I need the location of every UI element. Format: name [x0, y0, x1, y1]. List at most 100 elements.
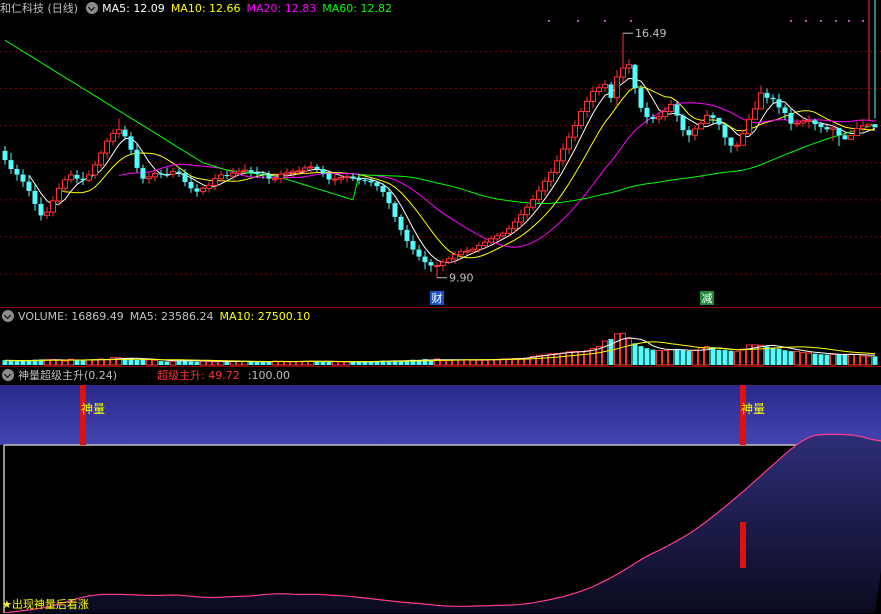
candle [704, 110, 710, 124]
candle [692, 125, 698, 141]
candle [548, 168, 554, 187]
indicator-chart[interactable]: 神量 神量 [0, 367, 881, 614]
candle [182, 169, 188, 187]
candle [752, 101, 758, 120]
volume-bar [194, 361, 200, 365]
vol-ma5-value: 23586.24 [160, 309, 214, 323]
candle [374, 180, 380, 191]
volume-bar [260, 361, 266, 365]
candle [50, 196, 56, 217]
volume-bar [776, 348, 782, 365]
volume-bar [482, 359, 488, 366]
candle [308, 161, 314, 173]
volume-bar [782, 350, 788, 365]
event-badge-cai: 财 [430, 291, 444, 305]
volume-bar [848, 353, 854, 366]
info-dot [848, 20, 850, 22]
chevron-down-icon[interactable] [2, 310, 14, 322]
candle [392, 200, 398, 223]
candle [428, 258, 434, 272]
candle [470, 246, 476, 254]
candle [248, 166, 254, 177]
ma20-label: MA20 [246, 1, 278, 15]
kline-panel[interactable]: 16.49 9.90 财 减 和仁科技 (日线) MA5: 12.09 MA10: 1… [0, 0, 881, 307]
candle [590, 86, 596, 109]
info-dot [548, 20, 550, 22]
super-rise-label: 超级主升 [157, 369, 202, 382]
volume-bar [632, 343, 638, 365]
candle [686, 125, 692, 143]
volume-bar [554, 353, 560, 366]
volume-bar [284, 361, 290, 366]
candle [422, 251, 428, 270]
candle [320, 165, 326, 178]
candle [410, 235, 416, 255]
candle [668, 100, 674, 116]
high-label: 16.49 [635, 27, 667, 40]
super-rise-area [5, 434, 881, 613]
candle [638, 85, 644, 113]
candle [734, 141, 740, 152]
volume-bar [830, 353, 836, 366]
volume-bar [470, 359, 476, 366]
candle [536, 185, 542, 204]
candle [176, 168, 182, 178]
candle [620, 33, 626, 83]
ma60-value: 12.82 [360, 1, 392, 15]
candle [200, 186, 206, 195]
candle [788, 107, 794, 131]
volume-bar [86, 359, 92, 366]
volume-bar [758, 344, 764, 366]
volume-bar [464, 359, 470, 366]
volume-bar [854, 353, 860, 366]
indicator-panel[interactable]: 神量 神量 神量超级主升 (0.24) 超级主升: 49.72 :100.00 ★… [0, 367, 881, 614]
volume-bar [476, 359, 482, 366]
low-label: 9.90 [449, 272, 474, 285]
volume-bar [350, 361, 356, 365]
candle [158, 169, 164, 179]
candle [314, 164, 320, 172]
volume-bar [164, 361, 170, 365]
kline-chart[interactable]: 16.49 9.90 财 减 [0, 0, 881, 307]
candle [776, 93, 782, 114]
candle [746, 114, 752, 135]
candle [278, 170, 284, 184]
volume-bar [224, 361, 230, 365]
candle [728, 137, 734, 153]
ma10-label: MA10 [170, 1, 202, 15]
volume-bar [428, 360, 434, 365]
chevron-down-icon[interactable] [86, 2, 99, 14]
volume-bar [332, 361, 338, 366]
volume-bar [320, 361, 326, 365]
volume-bar [92, 359, 98, 366]
candle [146, 172, 152, 184]
candle [266, 170, 272, 184]
volume-bar [140, 359, 146, 365]
chevron-down-icon[interactable] [2, 369, 14, 381]
candle [404, 225, 410, 248]
candle [344, 173, 350, 183]
volume-panel[interactable]: VOLUME: 16869.49 MA5: 23586.24 MA10: 275… [0, 308, 881, 366]
candle [566, 132, 572, 155]
candle [92, 161, 98, 180]
volume-bar [656, 349, 662, 366]
event-badge-jian: 减 [700, 291, 714, 305]
volume-bar [770, 347, 776, 365]
candle [494, 232, 500, 242]
volume-bar [764, 346, 770, 365]
volume-bar [458, 359, 464, 366]
candle [584, 96, 590, 118]
volume-bar [152, 359, 158, 366]
volume-bar [662, 350, 668, 366]
volume-bar [800, 351, 806, 366]
candle [722, 124, 728, 146]
volume-bar [818, 354, 824, 365]
candle [626, 59, 632, 74]
volume-bar [824, 354, 830, 365]
candle [224, 170, 230, 180]
candle [398, 214, 404, 236]
candle [128, 132, 134, 155]
volume-bar [446, 359, 452, 366]
candle [572, 120, 578, 142]
volume-bar [686, 351, 692, 365]
